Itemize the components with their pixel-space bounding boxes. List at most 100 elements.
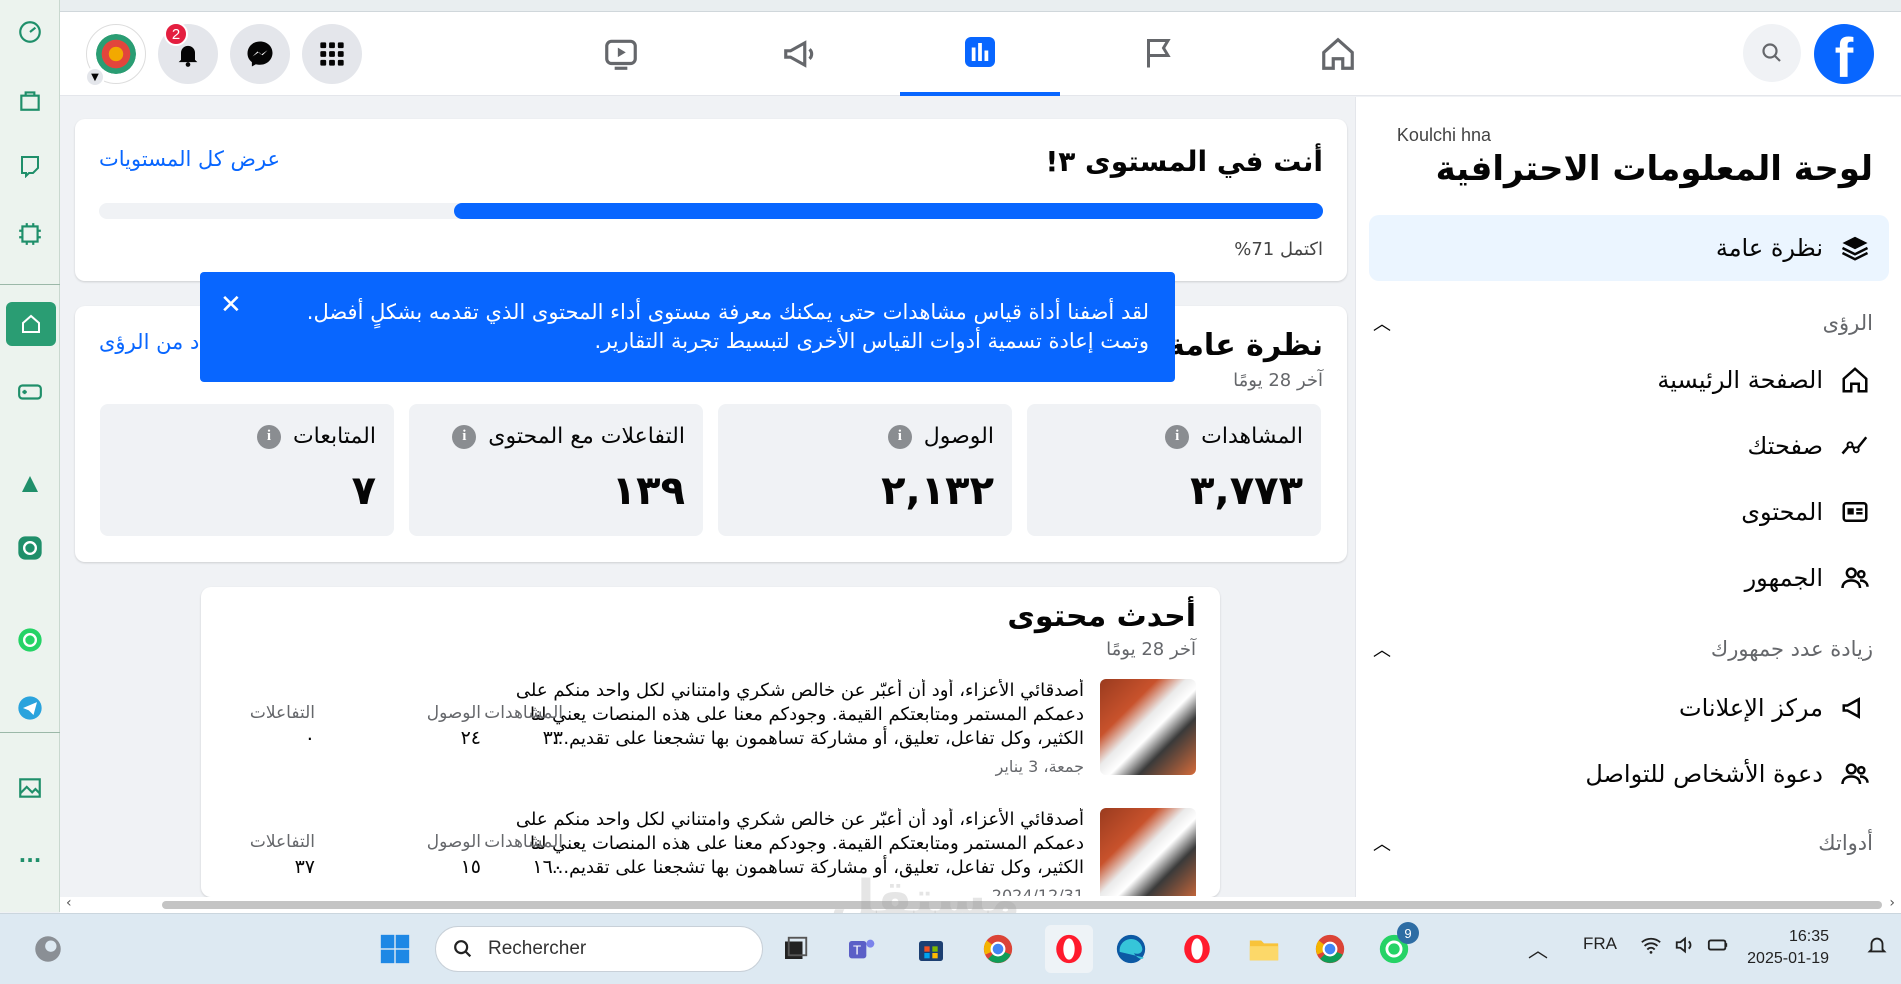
shopping-bag-icon[interactable] — [12, 82, 48, 118]
list-item[interactable]: أصدقائي الأعزاء، أود أن أعبّر عن خالص شك… — [201, 679, 1220, 789]
level-progress-fill — [453, 203, 1323, 219]
start-menu-icon[interactable] — [374, 928, 416, 970]
menu-button[interactable] — [302, 24, 362, 84]
svg-text:T: T — [853, 942, 861, 957]
search-placeholder: Rechercher — [488, 938, 587, 959]
chevron-down-icon: ▼ — [85, 67, 105, 87]
sidebar-item-label: مركز الإعلانات — [1679, 694, 1823, 722]
info-icon[interactable]: i — [256, 424, 281, 449]
view-all-levels-link[interactable]: عرض كل المستويات — [99, 147, 280, 171]
file-explorer-icon[interactable] — [1243, 928, 1285, 970]
sidebar-item-invite[interactable]: دعوة الأشخاص للتواصل — [1369, 741, 1889, 807]
info-icon[interactable]: i — [452, 424, 477, 449]
stat-engagement[interactable]: التفاعلات مع المحتوى i ١٣٩ — [409, 404, 703, 536]
content-icon — [1837, 494, 1873, 530]
stat-views[interactable]: المشاهدات i ٣,٧٧٣ — [1027, 404, 1321, 536]
telegram-icon[interactable] — [12, 690, 48, 726]
edge-icon[interactable] — [1110, 928, 1152, 970]
tools-section-header[interactable]: أدواتك ︿ — [1373, 823, 1873, 863]
tab-ads[interactable] — [720, 12, 880, 96]
metric-label: المشاهدات — [484, 703, 563, 723]
task-view-icon[interactable] — [774, 928, 816, 970]
megaphone-icon — [784, 40, 814, 68]
opera-icon[interactable] — [1045, 925, 1093, 973]
tab-watch[interactable] — [541, 12, 701, 96]
sidebar-item-ad-center[interactable]: مركز الإعلانات — [1369, 675, 1889, 741]
chevron-up-icon[interactable]: ︿ — [1528, 934, 1548, 963]
whatsapp-icon[interactable] — [12, 622, 48, 658]
chevron-up-icon[interactable]: ︿ — [1373, 636, 1391, 662]
whatsapp-badge: 9 — [1397, 922, 1419, 944]
info-icon[interactable]: i — [1165, 424, 1190, 449]
page-owner-name: Koulchi hna — [1396, 125, 1491, 145]
wifi-icon[interactable] — [1640, 934, 1662, 961]
overview-period: آخر 28 يومًا — [1233, 370, 1323, 391]
chrome-icon[interactable] — [977, 928, 1019, 970]
opera-icon[interactable] — [1176, 928, 1218, 970]
taskbar-search-input[interactable]: Rechercher — [435, 926, 763, 972]
messenger-button[interactable] — [230, 24, 290, 84]
insights-section-header[interactable]: الرؤى ︿ — [1373, 303, 1873, 343]
sidebar-item-content[interactable]: المحتوى — [1369, 479, 1889, 545]
notifications-button[interactable]: 2 — [158, 22, 218, 84]
flag-icon — [1147, 39, 1171, 68]
twitch-icon[interactable] — [12, 148, 48, 184]
sidebar-item-audience[interactable]: الجمهور — [1369, 545, 1889, 611]
close-icon[interactable]: ✕ — [220, 290, 242, 320]
chevron-up-icon[interactable]: ︿ — [1373, 830, 1391, 856]
stat-label: المتابعات — [292, 424, 376, 449]
notification-bell-icon[interactable] — [1866, 934, 1888, 961]
gallery-icon[interactable] — [12, 770, 48, 806]
chatgpt-icon[interactable] — [12, 530, 48, 566]
scrollbar-thumb[interactable] — [162, 901, 1882, 909]
metric-value: ٣٣ — [542, 727, 563, 749]
tab-insights[interactable] — [900, 12, 1060, 96]
metric-value: ٠ — [304, 727, 315, 749]
list-item[interactable]: أصدقائي الأعزاء، أود أن أعبّر عن خالص شك… — [201, 808, 1220, 896]
language-indicator[interactable]: FRA — [1583, 934, 1617, 954]
grow-section-header[interactable]: زيادة عدد جمهورك ︿ — [1373, 629, 1873, 669]
system-clock[interactable]: 16:35 2025-01-19 — [1747, 926, 1829, 970]
grid-menu-icon — [320, 42, 344, 66]
chrome-icon[interactable] — [1309, 928, 1351, 970]
level-card: أنت في المستوى ٣! عرض كل المستويات اكتمل… — [75, 119, 1347, 281]
more-insights-link[interactable]: د من الرؤى — [99, 330, 199, 354]
stat-follows[interactable]: المتابعات i ٧ — [100, 404, 394, 536]
tab-pages[interactable] — [1079, 12, 1239, 96]
trend-line-icon — [1837, 428, 1873, 464]
sidebar-item-overview[interactable]: نظرة عامة — [1369, 215, 1889, 281]
store-icon[interactable] — [910, 928, 952, 970]
info-tooltip: لقد أضفنا أداة قياس مشاهدات حتى يمكنك مع… — [200, 272, 1175, 382]
speed-dial-icon[interactable] — [12, 14, 48, 50]
latest-content-card: أحدث محتوى آخر 28 يومًا أصدقائي الأعزاء،… — [201, 587, 1220, 897]
sidebar-item-home[interactable]: الصفحة الرئيسية — [1369, 347, 1889, 413]
teams-icon[interactable]: T — [840, 928, 882, 970]
gamepad-icon[interactable] — [12, 374, 48, 410]
scroll-left-arrow-icon[interactable]: ‹ — [66, 895, 72, 911]
metric-value: ٣٧ — [294, 856, 315, 878]
metric-label: التفاعلات — [249, 703, 315, 723]
facebook-logo-icon[interactable]: f — [1814, 24, 1874, 84]
post-thumbnail[interactable] — [1100, 679, 1196, 775]
profile-avatar-button[interactable]: ▼ — [85, 24, 146, 87]
widgets-icon[interactable] — [27, 928, 69, 970]
info-icon[interactable]: i — [887, 424, 912, 449]
search-button[interactable] — [1743, 24, 1801, 82]
aria-icon[interactable] — [12, 466, 48, 502]
sidebar-item-your-page[interactable]: صفحتك — [1369, 413, 1889, 479]
stat-reach[interactable]: الوصول i ٢,١٣٢ — [718, 404, 1012, 536]
level-progress-bar — [99, 203, 1323, 219]
more-icon[interactable]: ··· — [12, 842, 48, 878]
post-interactions: التفاعلات ٣٧ — [225, 832, 315, 878]
tab-home[interactable] — [1258, 12, 1418, 96]
chevron-up-icon[interactable]: ︿ — [1373, 310, 1391, 336]
scroll-right-arrow-icon[interactable]: › — [1889, 895, 1895, 911]
post-reach: الوصول ١٥ — [391, 832, 481, 878]
battery-icon[interactable] — [1706, 934, 1730, 961]
crypto-wallet-icon[interactable] — [12, 216, 48, 252]
post-thumbnail[interactable] — [1100, 808, 1196, 896]
volume-icon[interactable] — [1674, 934, 1696, 961]
sidebar-item-label: صفحتك — [1747, 432, 1823, 460]
whatsapp-icon[interactable]: 9 — [1373, 922, 1419, 970]
home-icon[interactable] — [6, 302, 56, 346]
